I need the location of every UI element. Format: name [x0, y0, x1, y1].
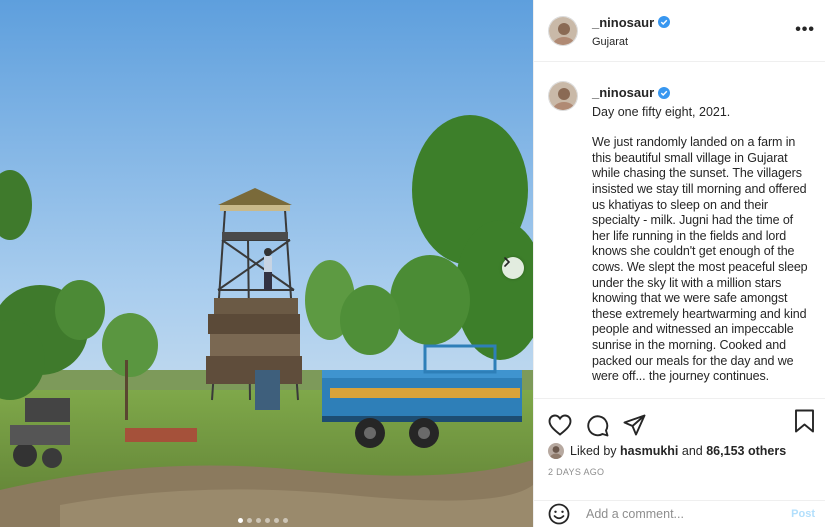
username-text: _ninosaur — [592, 85, 655, 100]
liker-username[interactable]: hasmukhi — [620, 444, 678, 458]
caption-text: We just randomly landed on a farm in thi… — [592, 135, 808, 384]
carousel-dot — [238, 518, 243, 523]
caption-title: Day one fifty eight, 2021. — [592, 104, 731, 119]
likes-count[interactable]: 86,153 others — [706, 444, 786, 458]
verified-badge-icon — [658, 16, 671, 28]
add-comment-bar: Post — [534, 500, 825, 527]
post-header: _ninosaur Gujarat ••• — [534, 0, 825, 62]
caption-author-username[interactable]: _ninosaur — [592, 85, 671, 101]
more-options-button[interactable]: ••• — [795, 22, 815, 38]
avatar[interactable] — [548, 15, 578, 46]
carousel-dot — [283, 518, 288, 523]
carousel-dot — [274, 518, 279, 523]
carousel-dot — [256, 518, 261, 523]
heart-icon — [548, 414, 572, 436]
post-location[interactable]: Gujarat — [592, 36, 670, 48]
post-timestamp[interactable]: 2 DAYS AGO — [534, 459, 825, 477]
caption-avatar[interactable] — [548, 81, 578, 111]
liker-avatar[interactable] — [548, 443, 564, 459]
carousel-next-button[interactable] — [502, 257, 524, 279]
photo-scene — [0, 0, 533, 527]
share-button[interactable] — [623, 414, 646, 436]
more-horizontal-icon: ••• — [795, 21, 815, 38]
share-icon — [623, 414, 646, 436]
comment-icon — [587, 414, 609, 436]
post-photo[interactable] — [0, 0, 533, 527]
bookmark-icon — [795, 409, 814, 433]
save-button[interactable] — [794, 409, 815, 433]
comment-input[interactable] — [586, 507, 792, 521]
likes-joiner: and — [681, 444, 703, 458]
carousel-dot — [247, 518, 252, 523]
likes-prefix: Liked by — [570, 444, 617, 458]
emoji-button[interactable] — [548, 503, 570, 525]
post-actions: Liked by hasmukhi and 86,153 others 2 DA… — [534, 398, 825, 503]
chevron-right-icon — [504, 257, 511, 267]
verified-badge-icon — [658, 86, 671, 99]
username-text: _ninosaur — [592, 14, 655, 30]
caption-section: _ninosaur Day one fifty eight, 2021. We … — [534, 63, 825, 398]
post-comment-button[interactable]: Post — [791, 508, 815, 520]
carousel-indicator — [238, 518, 288, 523]
emoji-icon — [548, 503, 570, 525]
likes-summary: Liked by hasmukhi and 86,153 others — [534, 441, 825, 459]
post-details-pane: _ninosaur Gujarat ••• _ninosaur Day one … — [533, 0, 825, 527]
carousel-dot — [265, 518, 270, 523]
like-button[interactable] — [548, 414, 572, 436]
post-author-username[interactable]: _ninosaur — [592, 14, 671, 30]
comment-button[interactable] — [586, 414, 609, 437]
